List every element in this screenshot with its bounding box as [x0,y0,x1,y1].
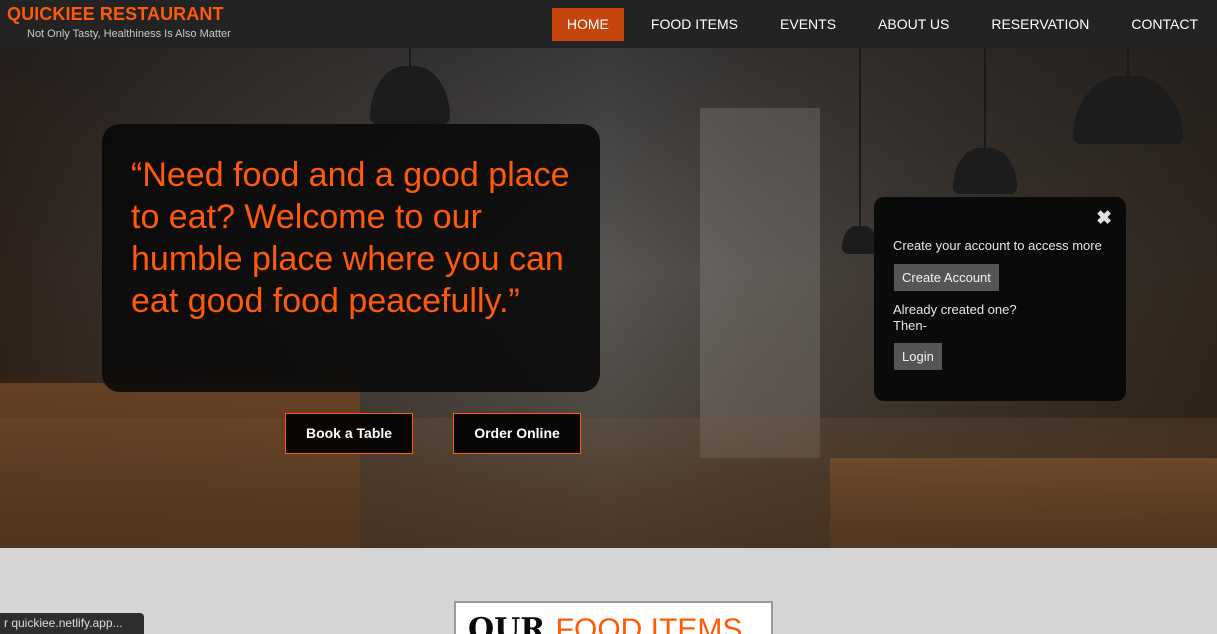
account-popup: ✖ Create your account to access more Cre… [874,197,1126,401]
brand-tagline: Not Only Tasty, Healthiness Is Also Matt… [27,28,231,40]
brand-title[interactable]: QUICKIEE RESTAURANT [7,4,231,25]
popup-then-text: Then- [893,318,927,333]
section-title: OUR FOOD ITEMS [468,612,742,634]
create-account-button[interactable]: Create Account [894,264,999,291]
welcome-quote-box: “Need food and a good place to eat? Welc… [102,124,600,392]
nav-item-about-us[interactable]: ABOUT US [863,8,964,41]
close-icon[interactable]: ✖ [1096,209,1112,229]
book-table-button[interactable]: Book a Table [285,413,413,454]
section-title-dark: OUR [468,612,556,634]
nav-item-contact[interactable]: CONTACT [1116,8,1213,41]
popup-message: Create your account to access more [893,238,1102,253]
welcome-quote: “Need food and a good place to eat? Welc… [131,156,570,320]
nav-item-reservation[interactable]: RESERVATION [976,8,1104,41]
popup-already-text: Already created one? [893,302,1017,317]
popup-login-prompt: Already created one? Then- [893,302,1017,334]
order-online-button[interactable]: Order Online [453,413,581,454]
hero-background-wall [700,108,820,458]
main-nav: HOME FOOD ITEMS EVENTS ABOUT US RESERVAT… [540,8,1217,41]
top-navbar: QUICKIEE RESTAURANT Not Only Tasty, Heal… [0,0,1217,48]
nav-item-home[interactable]: HOME [551,8,624,41]
nav-item-events[interactable]: EVENTS [765,8,851,41]
hero-background-floor [0,418,1217,548]
login-button[interactable]: Login [894,343,942,370]
section-title-accent: FOOD ITEMS [555,613,743,634]
food-items-heading-box: OUR FOOD ITEMS [454,601,773,634]
brand[interactable]: QUICKIEE RESTAURANT Not Only Tasty, Heal… [7,4,231,40]
status-bar-url: r quickiee.netlify.app... [0,613,144,634]
nav-item-food-items[interactable]: FOOD ITEMS [636,8,753,41]
